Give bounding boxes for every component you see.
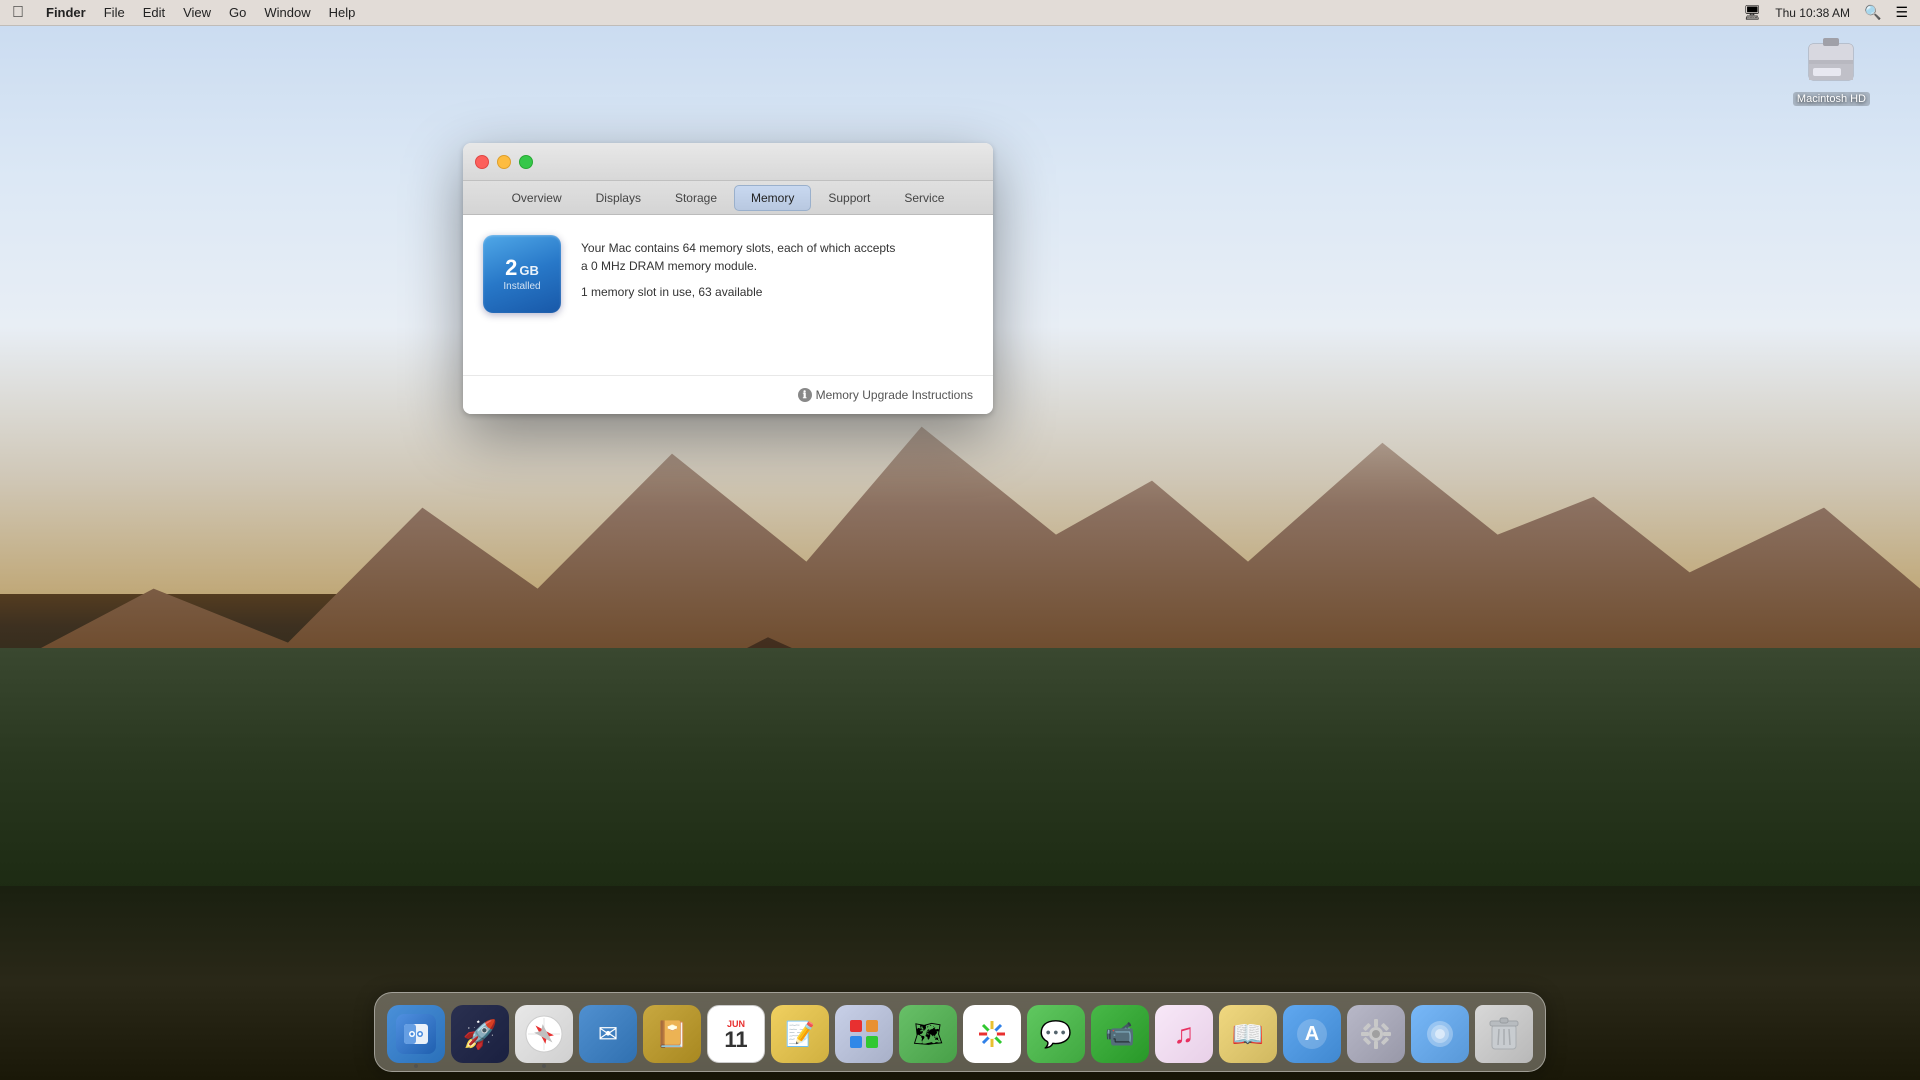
memory-unit: GB <box>519 263 539 279</box>
close-button[interactable] <box>475 155 489 169</box>
tab-service[interactable]: Service <box>887 185 961 211</box>
search-icon[interactable]: 🔍 <box>1864 4 1881 21</box>
memory-installed-label: Installed <box>503 281 540 292</box>
dock-icon-maps[interactable]: 🗺 <box>899 1005 957 1063</box>
tab-overview[interactable]: Overview <box>495 185 579 211</box>
dock-icon-notes[interactable]: 📝 <box>771 1005 829 1063</box>
tab-bar: Overview Displays Storage Memory Support… <box>463 181 993 215</box>
dock: 🚀 ✉ 📔 JUN11 📝 <box>374 992 1546 1072</box>
dock-icon-photos[interactable] <box>963 1005 1021 1063</box>
dock-dot-finder <box>414 1064 418 1068</box>
clock: Thu 10:38 AM <box>1775 6 1850 20</box>
menu-go[interactable]: Go <box>229 5 246 20</box>
dock-icon-safari[interactable] <box>515 1005 573 1063</box>
memory-info: Your Mac contains 64 memory slots, each … <box>581 235 973 299</box>
minimize-button[interactable] <box>497 155 511 169</box>
dock-dot-safari <box>542 1064 546 1068</box>
memory-section: 2 GB Installed Your Mac contains 64 memo… <box>483 235 973 313</box>
dock-icon-sysprefs[interactable] <box>1347 1005 1405 1063</box>
dock-icon-calendar[interactable]: JUN11 <box>707 1005 765 1063</box>
dock-icon-finder[interactable] <box>387 1005 445 1063</box>
tab-displays[interactable]: Displays <box>579 185 658 211</box>
dock-icon-messages[interactable]: 💬 <box>1027 1005 1085 1063</box>
menu-view[interactable]: View <box>183 5 211 20</box>
menu-file[interactable]: File <box>104 5 125 20</box>
dock-icon-itunes[interactable]: ♫ <box>1155 1005 1213 1063</box>
svg-text:A: A <box>1305 1023 1319 1045</box>
tab-storage[interactable]: Storage <box>658 185 734 211</box>
tab-support[interactable]: Support <box>811 185 887 211</box>
dock-icon-launchpad[interactable]: 🚀 <box>451 1005 509 1063</box>
window-titlebar <box>463 143 993 181</box>
maximize-button[interactable] <box>519 155 533 169</box>
menu-finder[interactable]: Finder <box>46 5 86 20</box>
control-center-icon[interactable]: ☰ <box>1895 4 1908 21</box>
dock-icon-unknown[interactable] <box>1411 1005 1469 1063</box>
memory-upgrade-link[interactable]: ℹ Memory Upgrade Instructions <box>798 388 973 402</box>
memory-description-line1: Your Mac contains 64 memory slots, each … <box>581 239 973 275</box>
tab-memory[interactable]: Memory <box>734 185 811 211</box>
menu-window[interactable]: Window <box>264 5 310 20</box>
menubar:  Finder File Edit View Go Window Help 🖥… <box>0 0 1920 26</box>
dock-icon-notefile[interactable]: 📔 <box>643 1005 701 1063</box>
dock-icon-appstore[interactable]: A <box>1283 1005 1341 1063</box>
dock-icon-grid[interactable] <box>835 1005 893 1063</box>
menu-edit[interactable]: Edit <box>143 5 165 20</box>
memory-slots-info: 1 memory slot in use, 63 available <box>581 285 973 299</box>
upgrade-link-text: Memory Upgrade Instructions <box>816 388 973 402</box>
dock-icon-trash[interactable] <box>1475 1005 1533 1063</box>
dock-icon-facetime[interactable]: 📹 <box>1091 1005 1149 1063</box>
about-this-mac-window: Overview Displays Storage Memory Support… <box>463 143 993 414</box>
dock-icon-ibooks[interactable]: 📖 <box>1219 1005 1277 1063</box>
screen-icon: 🖥 <box>1744 4 1762 21</box>
memory-amount: 2 <box>505 257 517 279</box>
memory-badge: 2 GB Installed <box>483 235 561 313</box>
window-content: 2 GB Installed Your Mac contains 64 memo… <box>463 215 993 375</box>
macintosh-hd-label: Macintosh HD <box>1793 92 1870 106</box>
window-footer: ℹ Memory Upgrade Instructions <box>463 375 993 414</box>
macintosh-hd-icon[interactable]: Macintosh HD <box>1793 34 1870 106</box>
menu-help[interactable]: Help <box>329 5 356 20</box>
apple-menu-icon[interactable]:  <box>12 4 24 22</box>
info-icon: ℹ <box>798 388 812 402</box>
dock-icon-mail[interactable]: ✉ <box>579 1005 637 1063</box>
